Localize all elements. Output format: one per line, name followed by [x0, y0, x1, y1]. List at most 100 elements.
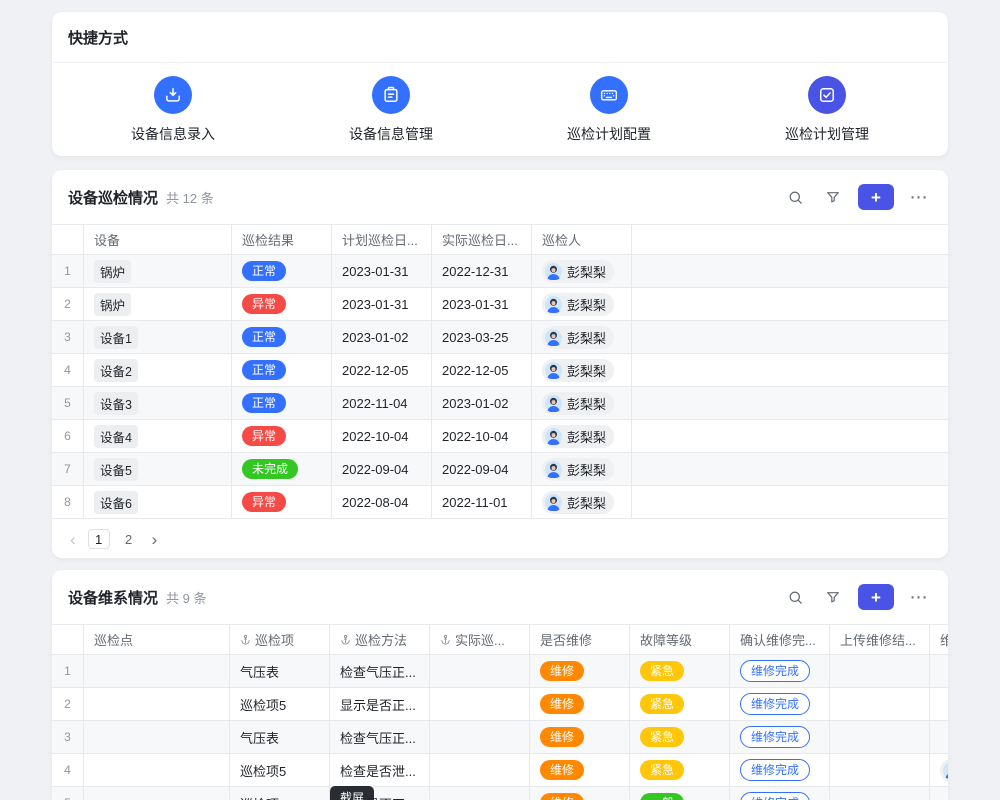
row-number: 3 — [52, 321, 84, 353]
filter-icon[interactable] — [820, 584, 846, 610]
cell-actual: 2022-12-31 — [432, 255, 532, 287]
status-badge: 正常 — [242, 360, 286, 380]
table-row[interactable]: 1气压表检查气压正...维修紧急维修完成 — [52, 655, 948, 688]
search-icon[interactable] — [782, 184, 808, 210]
device-tag: 设备4 — [94, 425, 138, 448]
column-header-result[interactable]: 巡检结果 — [232, 225, 332, 254]
shortcut-list: 设备信息录入 设备信息管理巡检计划配置巡检计划管理 — [52, 63, 948, 144]
inspection-card-header: 设备巡检情况 共 12 条 + ⋯ — [52, 170, 948, 224]
cell-level: 紧急 — [630, 655, 730, 687]
status-badge: 正常 — [242, 393, 286, 413]
shortcut-device-info-manage[interactable]: 设备信息管理 — [282, 76, 500, 144]
shortcut-label: 设备信息录入 — [131, 124, 215, 144]
more-icon[interactable]: ⋯ — [906, 184, 932, 210]
table-row[interactable]: 2巡检项5显示是否正...维修紧急维修完成 — [52, 688, 948, 721]
table-row[interactable]: 6设备4异常2022-10-042022-10-04彭梨梨 — [52, 420, 948, 453]
inspection-card: 设备巡检情况 共 12 条 + ⋯ 设备巡检结果计划巡检日... 实际巡检日...… — [52, 170, 948, 558]
row-filler — [632, 387, 948, 419]
inspection-actions: + ⋯ — [782, 184, 932, 210]
device-tag: 设备5 — [94, 458, 138, 481]
table-row[interactable]: 5巡检项5显示是否正...维修一般维修完成 — [52, 787, 948, 800]
cell-item: 巡检项5 — [230, 787, 330, 800]
filter-icon[interactable] — [820, 184, 846, 210]
shortcut-device-info-entry[interactable]: 设备信息录入 — [64, 76, 282, 144]
page-button-1[interactable]: 1 — [88, 529, 110, 549]
column-header-confirm[interactable]: 确认维修完... — [730, 625, 830, 654]
row-filler — [632, 486, 948, 518]
cell-upload — [830, 655, 930, 687]
cell-planned: 2022-08-04 — [332, 486, 432, 518]
person-chip: 彭梨梨 — [542, 392, 614, 415]
cell-inspector: 彭梨梨 — [532, 420, 632, 452]
person-name: 彭梨梨 — [567, 262, 606, 281]
next-page-button[interactable]: › — [148, 531, 162, 548]
column-header-repair[interactable]: 是否维修 — [530, 625, 630, 654]
table-row[interactable]: 4设备2正常2022-12-052022-12-05彭梨梨 — [52, 354, 948, 387]
prev-page-button[interactable]: ‹ — [66, 531, 80, 548]
cell-planned: 2023-01-31 — [332, 255, 432, 287]
cell-actual — [430, 721, 530, 753]
avatar — [545, 428, 562, 445]
cell-actual — [430, 688, 530, 720]
person-name: 彭梨梨 — [567, 460, 606, 479]
table-row[interactable]: 7设备5未完成2022-09-042022-09-04彭梨梨 — [52, 453, 948, 486]
inspection-title: 设备巡检情况 — [68, 187, 158, 208]
table-row[interactable]: 2锅炉异常2023-01-312023-01-31彭梨梨 — [52, 288, 948, 321]
cell-planned: 2022-09-04 — [332, 453, 432, 485]
column-header-upload[interactable]: 上传维修结... — [830, 625, 930, 654]
cell-upload — [830, 688, 930, 720]
shortcuts-card: 快捷方式 设备信息录入 设备信息管理巡检计划配置巡检计划管理 — [52, 12, 948, 156]
cell-result: 未完成 — [232, 453, 332, 485]
shortcut-inspection-plan-manage[interactable]: 巡检计划管理 — [718, 76, 936, 144]
column-label: 巡检项 — [255, 630, 294, 649]
shortcut-inspection-plan-config[interactable]: 巡检计划配置 — [500, 76, 718, 144]
column-header-planned[interactable]: 计划巡检日... — [332, 225, 432, 254]
header-filler — [632, 225, 948, 254]
row-number: 6 — [52, 420, 84, 452]
table-header-row: 巡检点 巡检项 巡检方法实际巡...是否维修故障等级确认维修完...上传维修结...… — [52, 625, 948, 655]
column-label: 巡检人 — [542, 230, 581, 249]
person-chip: 彭梨梨 — [542, 326, 614, 349]
maintenance-card-header: 设备维系情况 共 9 条 + ⋯ — [52, 570, 948, 624]
column-header-method[interactable]: 巡检方法 — [330, 625, 430, 654]
status-badge: 异常 — [242, 294, 286, 314]
cell-method: 检查是否泄... — [330, 754, 430, 786]
table-row[interactable]: 3气压表检查气压正...维修紧急维修完成 — [52, 721, 948, 754]
more-icon[interactable]: ⋯ — [906, 584, 932, 610]
shortcuts-title: 快捷方式 — [68, 27, 128, 48]
cell-confirm: 维修完成 — [730, 754, 830, 786]
column-header-device[interactable]: 设备 — [84, 225, 232, 254]
row-number: 2 — [52, 288, 84, 320]
column-label: 计划巡检日... — [342, 230, 418, 249]
row-number-header — [52, 625, 84, 654]
table-row[interactable]: 3设备1正常2023-01-022023-03-25彭梨梨 — [52, 321, 948, 354]
table-row[interactable]: 8设备6异常2022-08-042022-11-01彭梨梨 — [52, 486, 948, 519]
cell-item: 巡检项5 — [230, 754, 330, 786]
add-record-button[interactable]: + — [858, 584, 894, 610]
table-row[interactable]: 5设备3正常2022-11-042023-01-02彭梨梨 — [52, 387, 948, 420]
row-number: 8 — [52, 486, 84, 518]
column-header-inspector[interactable]: 巡检人 — [532, 225, 632, 254]
cell-actual — [430, 655, 530, 687]
column-header-point[interactable]: 巡检点 — [84, 625, 230, 654]
cell-method: 检查气压正... — [330, 721, 430, 753]
avatar — [545, 362, 562, 379]
column-header-item[interactable]: 巡检项 — [230, 625, 330, 654]
cell-extra: 彭梨梨 — [930, 754, 948, 786]
column-header-actual[interactable]: 实际巡... — [430, 625, 530, 654]
page-button-2[interactable]: 2 — [118, 529, 140, 549]
table-row[interactable]: 1锅炉正常2023-01-312022-12-31彭梨梨 — [52, 255, 948, 288]
column-header-actual[interactable]: 实际巡检日... — [432, 225, 532, 254]
avatar — [545, 395, 562, 412]
cell-result: 正常 — [232, 255, 332, 287]
cell-inspector: 彭梨梨 — [532, 354, 632, 386]
cell-actual: 2022-09-04 — [432, 453, 532, 485]
add-record-button[interactable]: + — [858, 184, 894, 210]
column-header-extra[interactable]: 维 — [930, 625, 948, 654]
cell-device: 设备6 — [84, 486, 232, 518]
table-row[interactable]: 4巡检项5检查是否泄...维修紧急维修完成彭梨梨 — [52, 754, 948, 787]
column-header-level[interactable]: 故障等级 — [630, 625, 730, 654]
search-icon[interactable] — [782, 584, 808, 610]
cell-result: 正常 — [232, 387, 332, 419]
cell-upload — [830, 787, 930, 800]
